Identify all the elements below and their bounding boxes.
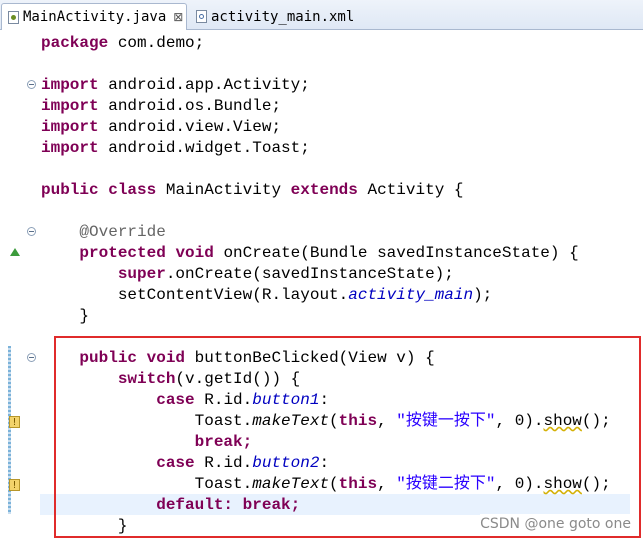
override-marker-icon[interactable] — [10, 248, 20, 256]
code-line[interactable]: super.onCreate(savedInstanceState); — [41, 264, 454, 285]
tab-label: activity_main.xml — [211, 8, 355, 25]
code-line[interactable]: public class MainActivity extends Activi… — [41, 180, 464, 201]
red-highlight-box — [54, 336, 641, 538]
tab-activity-main-xml[interactable]: activity_main.xml — [190, 3, 370, 30]
code-line[interactable]: setContentView(R.layout.activity_main); — [41, 285, 492, 306]
warning-icon[interactable]: ! — [9, 416, 20, 428]
code-line[interactable]: import android.view.View; — [41, 117, 281, 138]
close-tab-icon[interactable]: ⊠ — [173, 10, 183, 24]
code-line[interactable]: protected void onCreate(Bundle savedInst… — [41, 243, 578, 264]
code-line[interactable]: import android.widget.Toast; — [41, 138, 310, 159]
watermark: CSDN @one goto one — [480, 514, 631, 534]
warning-icon[interactable]: ! — [9, 479, 20, 491]
editor-tab-bar: MainActivity.java ⊠ activity_main.xml — [0, 0, 643, 30]
fold-icon[interactable] — [27, 227, 36, 236]
code-line[interactable]: @Override — [41, 222, 165, 243]
code-line[interactable]: import android.os.Bundle; — [41, 96, 281, 117]
fold-icon[interactable] — [27, 80, 36, 89]
tab-mainactivity-java[interactable]: MainActivity.java ⊠ — [1, 3, 187, 30]
xml-file-icon — [196, 10, 207, 23]
code-line[interactable]: } — [41, 306, 89, 327]
fold-icon[interactable] — [27, 353, 36, 362]
code-line[interactable]: import android.app.Activity; — [41, 75, 310, 96]
tab-label: MainActivity.java — [23, 9, 167, 25]
java-file-icon — [8, 10, 19, 24]
code-line[interactable]: package com.demo; — [41, 33, 204, 54]
